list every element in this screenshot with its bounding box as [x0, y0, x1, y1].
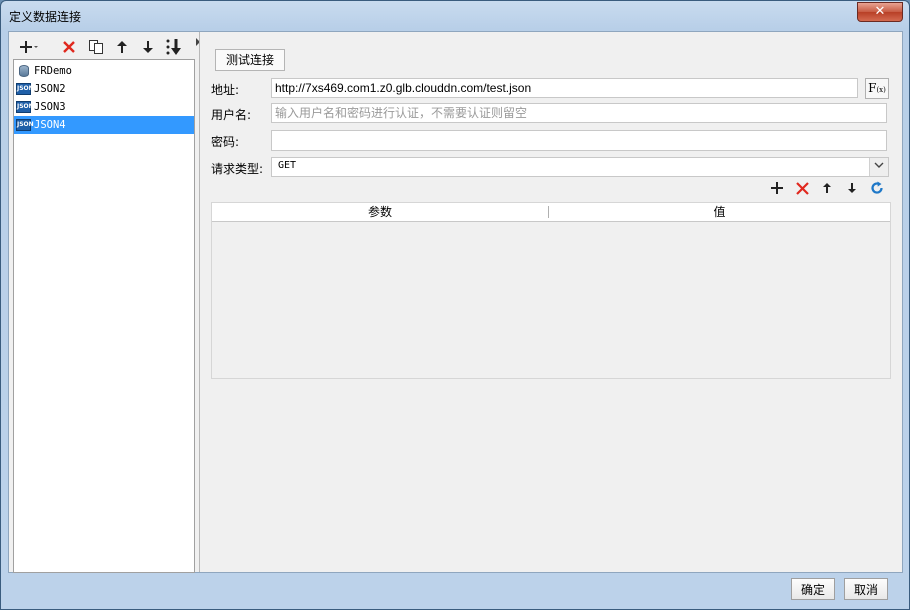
tree-item-json4[interactable]: JSON JSON4: [14, 116, 194, 134]
sort-icon[interactable]: [164, 37, 184, 57]
divider: [199, 32, 200, 572]
param-up-icon[interactable]: [818, 179, 836, 197]
json-icon: JSON: [16, 119, 34, 131]
param-down-icon[interactable]: [843, 179, 861, 197]
window-title: 定义数据连接: [9, 10, 82, 24]
connection-tree: FRDemo JSON JSON2 JSON JSON3 JSON JSON4: [13, 59, 195, 573]
column-header-param[interactable]: 参数: [212, 203, 548, 221]
request-type-value: GET: [278, 160, 297, 171]
connection-list-panel: FRDemo JSON JSON2 JSON JSON3 JSON JSON4: [13, 35, 195, 573]
dialog-body: FRDemo JSON JSON2 JSON JSON3 JSON JSON4: [8, 31, 903, 573]
copy-icon[interactable]: [86, 37, 106, 57]
title-bar[interactable]: 定义数据连接 ✕: [1, 1, 909, 31]
close-button[interactable]: ✕: [857, 2, 903, 22]
params-table-header: 参数 值: [212, 203, 890, 222]
test-connection-button[interactable]: 测试连接: [215, 49, 285, 71]
params-table: 参数 值: [211, 202, 891, 379]
json-icon: JSON: [16, 83, 34, 95]
username-placeholder: 输入用户名和密码进行认证，不需要认证则留空: [275, 106, 528, 120]
add-icon[interactable]: [19, 37, 39, 57]
json-icon: JSON: [16, 101, 34, 113]
password-label: 密码:: [211, 135, 240, 149]
delete-icon[interactable]: [59, 37, 79, 57]
address-label: 地址:: [211, 83, 240, 97]
tree-item-label: JSON3: [34, 101, 66, 113]
username-label: 用户名:: [211, 108, 252, 122]
tree-item-label: FRDemo: [34, 65, 72, 77]
formula-icon-sub: (x): [876, 86, 886, 94]
chevron-down-icon[interactable]: [869, 158, 888, 176]
move-up-icon[interactable]: [112, 37, 132, 57]
connection-settings-panel: 测试连接 地址: http://7xs469.com1.z0.glb.cloud…: [203, 32, 900, 572]
ok-button[interactable]: 确定: [791, 578, 835, 600]
dialog-window: 定义数据连接 ✕ FRDemo JSON JSON2 JSON JSON3 JS…: [0, 0, 910, 610]
cancel-button[interactable]: 取消: [844, 578, 888, 600]
add-param-icon[interactable]: [768, 179, 786, 197]
request-type-label: 请求类型:: [211, 162, 264, 176]
connection-toolbar: [13, 35, 195, 59]
formula-button[interactable]: F(x): [865, 78, 889, 99]
move-down-icon[interactable]: [138, 37, 158, 57]
delete-param-icon[interactable]: [793, 179, 811, 197]
tree-item-frdemo[interactable]: FRDemo: [14, 62, 194, 80]
tree-item-label: JSON4: [34, 119, 66, 131]
username-field[interactable]: 输入用户名和密码进行认证，不需要认证则留空: [271, 103, 887, 123]
dialog-footer: 确定 取消: [1, 573, 909, 609]
address-field[interactable]: http://7xs469.com1.z0.glb.clouddn.com/te…: [271, 78, 858, 98]
tree-item-json3[interactable]: JSON JSON3: [14, 98, 194, 116]
database-icon: [19, 65, 29, 77]
password-field[interactable]: [271, 130, 887, 151]
tree-item-json2[interactable]: JSON JSON2: [14, 80, 194, 98]
refresh-icon[interactable]: [868, 179, 886, 197]
column-header-value[interactable]: 值: [549, 203, 890, 221]
tree-item-label: JSON2: [34, 83, 66, 95]
request-type-select[interactable]: GET: [271, 157, 889, 177]
